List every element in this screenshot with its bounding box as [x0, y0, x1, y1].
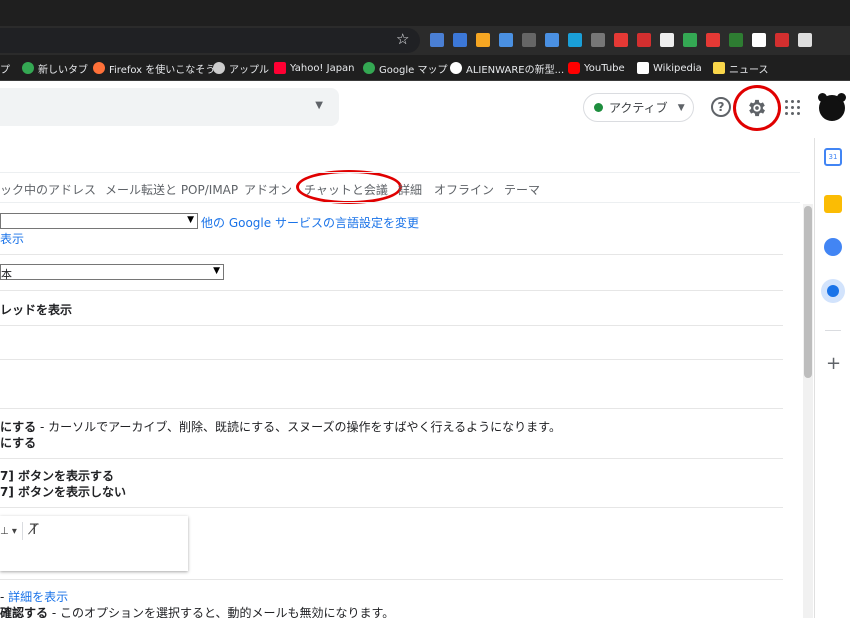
- tasks-icon[interactable]: [824, 238, 842, 256]
- google-icon: [450, 62, 462, 74]
- row-divider: [0, 359, 783, 360]
- search-options-caret-icon[interactable]: ▼: [315, 100, 323, 111]
- tab-addons[interactable]: アドオン: [244, 181, 292, 198]
- row-divider: [0, 254, 783, 255]
- browser-extension-icon[interactable]: [729, 33, 743, 47]
- confirm-option-row[interactable]: 確認する - このオプションを選択すると、動的メールも無効になります。: [0, 604, 394, 618]
- scrollbar-thumb[interactable]: [804, 206, 812, 378]
- row-divider: [0, 290, 783, 291]
- browser-extension-icon[interactable]: [614, 33, 628, 47]
- wikipedia-icon: [637, 62, 649, 74]
- row-divider: [0, 507, 783, 508]
- language-select[interactable]: ▼: [0, 213, 198, 229]
- remove-formatting-icon[interactable]: T̸: [30, 522, 39, 538]
- search-mail-input[interactable]: ▼: [0, 88, 339, 126]
- bookmark-item[interactable]: プ: [0, 61, 10, 76]
- calendar-icon[interactable]: 31: [824, 148, 842, 166]
- bookmark-item[interactable]: YouTube: [568, 61, 625, 75]
- tab-forwarding-pop-imap[interactable]: メール転送と POP/IMAP: [105, 181, 238, 198]
- browser-extension-icon[interactable]: [430, 33, 444, 47]
- browser-toolbar: ☆: [0, 26, 850, 55]
- new-tab-icon: [22, 62, 34, 74]
- tab-chat-and-meet[interactable]: チャットと会議: [304, 181, 388, 198]
- status-dropdown[interactable]: アクティブ ▼: [583, 93, 694, 122]
- active-status-dot-icon: [594, 103, 603, 112]
- show-all-languages-link[interactable]: 表示: [0, 230, 24, 247]
- google-apps-grid-icon[interactable]: [785, 100, 800, 115]
- add-addon-icon[interactable]: +: [826, 353, 841, 374]
- browser-title-bar: [0, 0, 850, 26]
- browser-extension-icon[interactable]: [660, 33, 674, 47]
- yahoo-icon: [274, 62, 286, 74]
- tab-blocked-addresses[interactable]: ック中のアドレス: [0, 181, 96, 198]
- browser-extension-icon[interactable]: [476, 33, 490, 47]
- text-style-dropdown-icon[interactable]: ⊥ ▾: [0, 526, 17, 537]
- show-details-link[interactable]: 詳細を表示: [8, 590, 68, 604]
- browser-extension-icon[interactable]: [752, 33, 766, 47]
- settings-gear-icon[interactable]: [746, 97, 768, 119]
- bookmark-item[interactable]: ALIENWAREの新型...: [450, 61, 564, 76]
- toolbar-divider: [22, 522, 23, 540]
- browser-extension-icon[interactable]: [683, 33, 697, 47]
- browser-extension-icon[interactable]: [453, 33, 467, 47]
- help-icon[interactable]: ?: [711, 97, 731, 117]
- image-detail-row: - 詳細を表示: [0, 590, 69, 604]
- browser-extension-icon[interactable]: [637, 33, 651, 47]
- side-panel-divider: [825, 330, 841, 331]
- editor-toolbar-card: ⊥ ▾ T̸: [0, 516, 188, 571]
- bookmark-star-icon[interactable]: ☆: [396, 30, 409, 48]
- keep-icon[interactable]: [824, 195, 842, 213]
- show-button-option[interactable]: 7] ボタンを表示する: [0, 467, 114, 484]
- hover-actions-off-option[interactable]: にする: [0, 434, 36, 451]
- browser-extension-icon[interactable]: [591, 33, 605, 47]
- youtube-icon: [568, 62, 580, 74]
- row-divider: [0, 408, 783, 409]
- maps-pin-icon: [363, 62, 375, 74]
- contacts-icon[interactable]: [821, 279, 845, 303]
- conversation-thread-label: レッドを表示: [0, 303, 73, 317]
- tab-advanced[interactable]: 詳細: [398, 181, 422, 198]
- account-avatar[interactable]: [818, 93, 846, 121]
- browser-extension-icon[interactable]: [568, 33, 582, 47]
- bookmarks-bar: プ 新しいタブ Firefox を使いこなそう アップル Yahoo! Japa…: [0, 55, 850, 81]
- bookmark-item[interactable]: Wikipedia: [637, 61, 702, 75]
- row-divider: [0, 458, 783, 459]
- bookmark-item[interactable]: Yahoo! Japan: [274, 61, 355, 75]
- bookmark-item[interactable]: アップル: [213, 61, 269, 76]
- browser-extension-icon[interactable]: [522, 33, 536, 47]
- row-divider: [0, 325, 783, 326]
- apple-icon: [213, 62, 225, 74]
- browser-extension-icon[interactable]: [706, 33, 720, 47]
- settings-tabs: ック中のアドレス メール転送と POP/IMAP アドオン チャットと会議 詳細…: [0, 172, 800, 203]
- browser-extension-icon[interactable]: [798, 33, 812, 47]
- firefox-icon: [93, 62, 105, 74]
- phone-number-select[interactable]: 本 ▼: [0, 264, 224, 281]
- chevron-down-icon: ▼: [213, 266, 220, 276]
- status-label: アクティブ: [609, 101, 668, 115]
- bookmark-item[interactable]: Firefox を使いこなそう: [93, 61, 215, 76]
- row-divider: [0, 579, 783, 580]
- bookmark-item[interactable]: Google マップ: [363, 61, 447, 76]
- hide-button-option[interactable]: 7] ボタンを表示しない: [0, 483, 126, 500]
- side-panel: 31 +: [814, 138, 850, 618]
- chevron-down-icon: ▼: [187, 215, 194, 225]
- browser-extension-icon[interactable]: [775, 33, 789, 47]
- hover-actions-on-option[interactable]: にする - カーソルでアーカイブ、削除、既読にする、スヌーズの操作をすばやく行え…: [0, 418, 561, 435]
- chevron-down-icon: ▼: [677, 102, 685, 113]
- folder-icon: [713, 62, 725, 74]
- browser-extension-icon[interactable]: [545, 33, 559, 47]
- tab-themes[interactable]: テーマ: [504, 181, 540, 198]
- bookmark-item[interactable]: 新しいタブ: [22, 61, 88, 76]
- tab-offline[interactable]: オフライン: [434, 181, 494, 198]
- bookmark-item[interactable]: ニュース: [713, 61, 769, 76]
- browser-extension-icon[interactable]: [499, 33, 513, 47]
- other-google-language-link[interactable]: 他の Google サービスの言語設定を変更: [201, 214, 419, 231]
- address-bar[interactable]: [0, 28, 420, 53]
